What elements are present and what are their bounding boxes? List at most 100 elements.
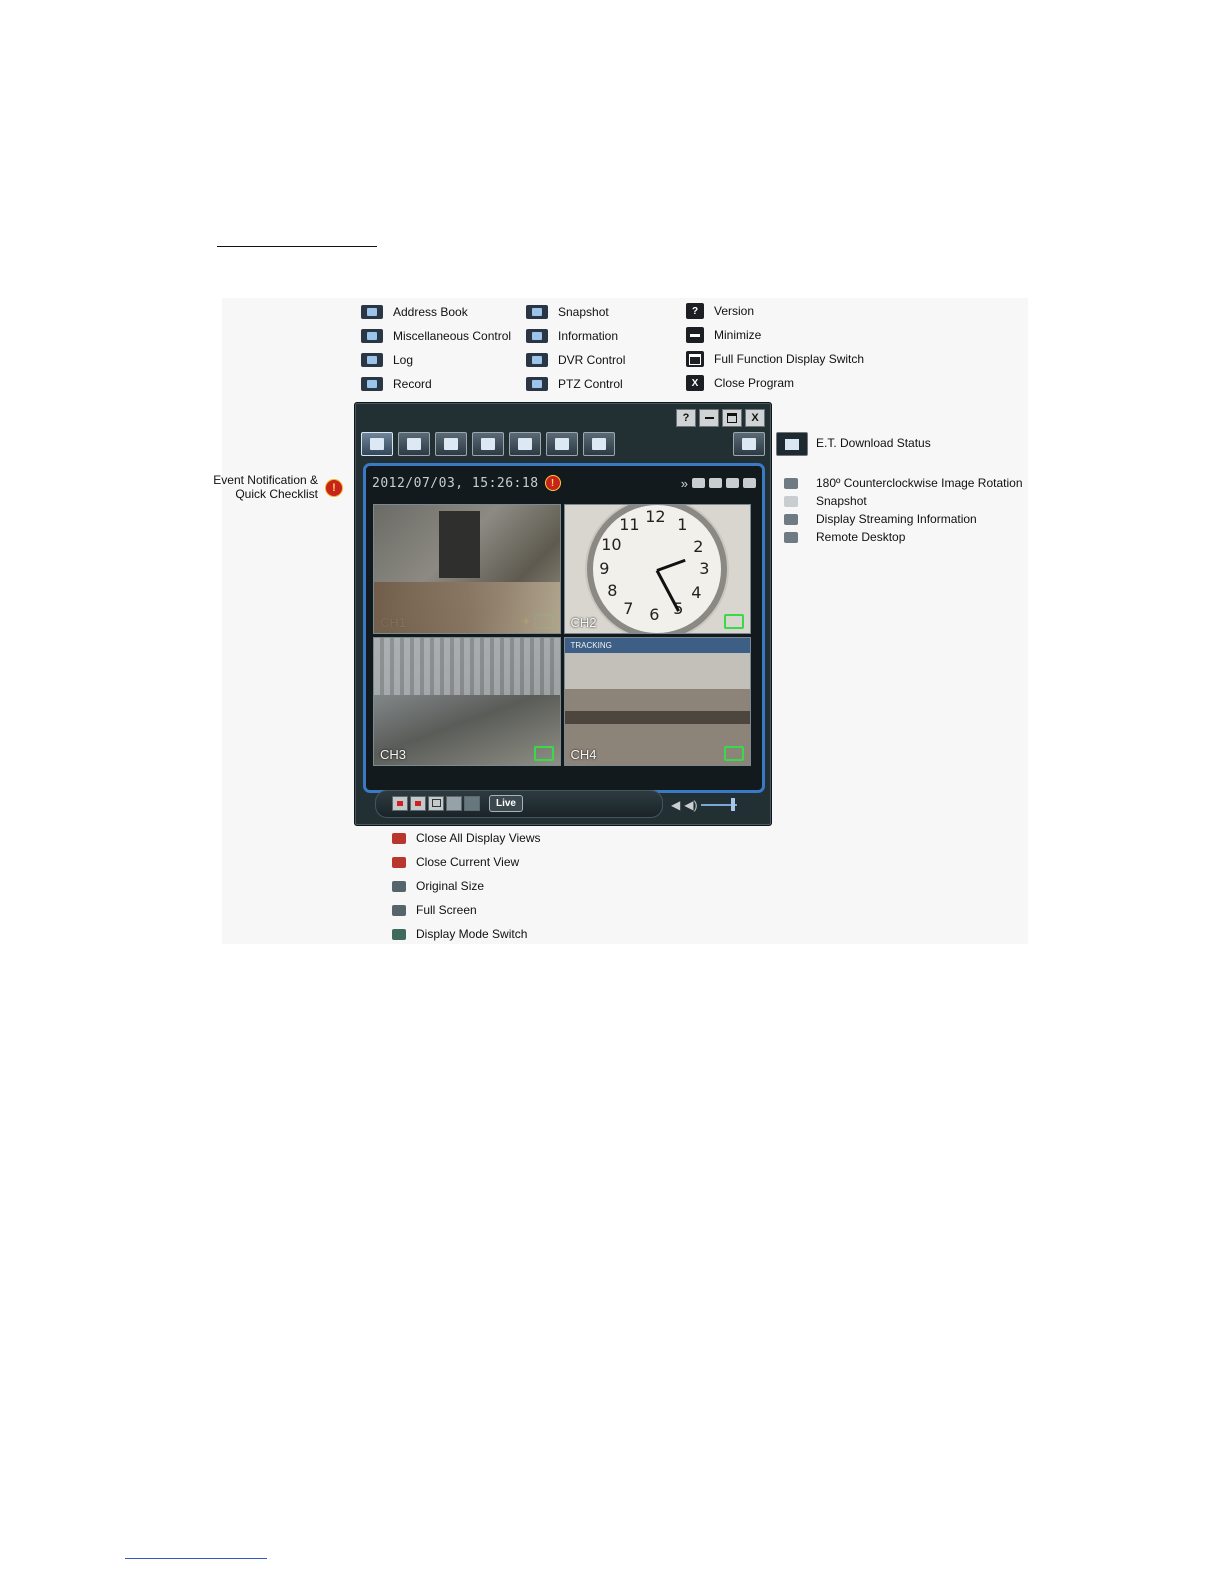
snapshot-icon (518, 438, 532, 450)
maximize-icon (727, 413, 737, 423)
clock-image: 12 1 2 3 4 5 6 7 8 9 10 11 (587, 504, 728, 633)
channel-label: CH3 (380, 747, 407, 762)
rotation-icon (784, 477, 798, 489)
minimize-icon (704, 417, 714, 419)
legend-display-mode: Display Mode Switch (392, 925, 527, 943)
volume-control: ◀ ◀) (671, 798, 738, 812)
dvr-control-icon (526, 353, 548, 367)
camera-overlay-text: TRACKING (570, 640, 612, 650)
hud-icon-group: » (681, 476, 756, 491)
view-control-bar: Live (375, 790, 663, 818)
volume-slider-handle[interactable] (731, 798, 736, 811)
live-button[interactable]: Live (489, 795, 523, 812)
log-button[interactable] (435, 432, 467, 456)
minimize-button[interactable] (699, 409, 719, 427)
version-button[interactable]: ? (676, 409, 696, 427)
recording-icon (724, 613, 744, 629)
title-bar-buttons: ? X (676, 409, 765, 427)
record-icon (361, 377, 383, 391)
display-mode-icon (392, 928, 406, 940)
speaker-icon[interactable]: ◀) (684, 798, 697, 812)
misc-control-icon (361, 329, 383, 343)
legend-information: Information (526, 327, 618, 345)
mute-icon[interactable]: ◀ (671, 798, 680, 812)
legend-address-book: Address Book (361, 303, 468, 321)
download-status-icon (776, 432, 808, 456)
snapshot-button[interactable] (509, 432, 541, 456)
recording-icon (724, 746, 744, 761)
volume-slider[interactable] (701, 798, 738, 811)
dvr-control-icon (592, 438, 606, 450)
original-size-icon (392, 880, 406, 892)
main-toolbar (361, 432, 615, 456)
hour-hand (656, 558, 686, 572)
minimize-icon (686, 327, 704, 343)
download-icon (785, 438, 799, 450)
channel-view-3[interactable]: CH3 (373, 636, 561, 766)
ptz-control-icon (526, 377, 548, 391)
information-icon (526, 329, 548, 343)
legend-log: Log (361, 351, 413, 369)
more-icon[interactable]: » (681, 476, 688, 491)
legend-ptz-control: PTZ Control (526, 375, 623, 393)
misc-control-icon (407, 438, 421, 450)
log-icon (444, 438, 458, 450)
address-book-icon (361, 305, 383, 319)
streaming-info-icon[interactable] (726, 478, 739, 488)
close-icon: X (686, 375, 704, 391)
information-icon (555, 438, 569, 450)
snapshot-small-icon[interactable] (709, 478, 722, 488)
close-button[interactable]: X (745, 409, 765, 427)
legend-rotation: 180º Counterclockwise Image Rotation (784, 474, 1023, 492)
full-screen-icon (392, 904, 406, 916)
record-button[interactable] (472, 432, 504, 456)
remote-desktop-icon[interactable] (743, 478, 756, 488)
live-viewer: 2012/07/03, 15:26:18 ! » CH1 ✦ 12 1 2 3 … (363, 463, 765, 793)
minute-hand (655, 569, 681, 612)
legend-close-current-view: Close Current View (392, 853, 519, 871)
channel-view-4[interactable]: TRACKING CH4 (563, 636, 751, 766)
legend-record: Record (361, 375, 432, 393)
log-icon (361, 353, 383, 367)
full-function-button[interactable] (722, 409, 742, 427)
legend-snapshot: Snapshot (526, 303, 609, 321)
recording-icon (533, 746, 554, 761)
streaming-info-icon (784, 513, 798, 525)
datetime-display: 2012/07/03, 15:26:18 (372, 475, 539, 491)
version-icon: ? (686, 303, 704, 319)
legend-full-screen: Full Screen (392, 901, 477, 919)
dvr-control-button[interactable] (583, 432, 615, 456)
snapshot-small-icon (784, 495, 798, 507)
information-button[interactable] (546, 432, 578, 456)
event-notification-button[interactable]: ! (544, 475, 561, 491)
channel-label: CH1 (380, 614, 407, 630)
full-function-icon (686, 351, 704, 367)
recording-icon (533, 613, 554, 629)
legend-misc-control: Miscellaneous Control (361, 327, 511, 345)
record-icon (481, 438, 495, 450)
channel-label: CH4 (570, 747, 597, 762)
original-size-button[interactable] (428, 796, 444, 811)
legend-remote-desktop: Remote Desktop (784, 528, 905, 546)
close-all-views-icon (392, 832, 406, 844)
rotation-icon[interactable] (692, 478, 705, 488)
legend-hud-snapshot: Snapshot (784, 492, 867, 510)
legend-minimize: Minimize (686, 326, 761, 344)
view-buttons (392, 796, 480, 811)
address-book-button[interactable] (361, 432, 393, 456)
display-mode-button[interactable] (464, 796, 480, 811)
channel-view-1[interactable]: CH1 ✦ (373, 504, 561, 634)
channel-view-2[interactable]: 12 1 2 3 4 5 6 7 8 9 10 11 CH2 (563, 504, 751, 634)
remote-desktop-icon (784, 531, 798, 543)
event-notification-label: Event Notification & Quick Checklist (213, 473, 318, 501)
misc-control-button[interactable] (398, 432, 430, 456)
full-screen-button[interactable] (446, 796, 462, 811)
legend-full-function: Full Function Display Switch (686, 350, 864, 368)
legend-version: ? Version (686, 302, 754, 320)
channel-grid: CH1 ✦ 12 1 2 3 4 5 6 7 8 9 10 11 (373, 504, 751, 766)
close-current-view-button[interactable] (410, 796, 426, 811)
snapshot-icon (526, 305, 548, 319)
close-all-views-button[interactable] (392, 796, 408, 811)
legend-original-size: Original Size (392, 877, 484, 895)
download-status-button[interactable] (733, 432, 765, 456)
